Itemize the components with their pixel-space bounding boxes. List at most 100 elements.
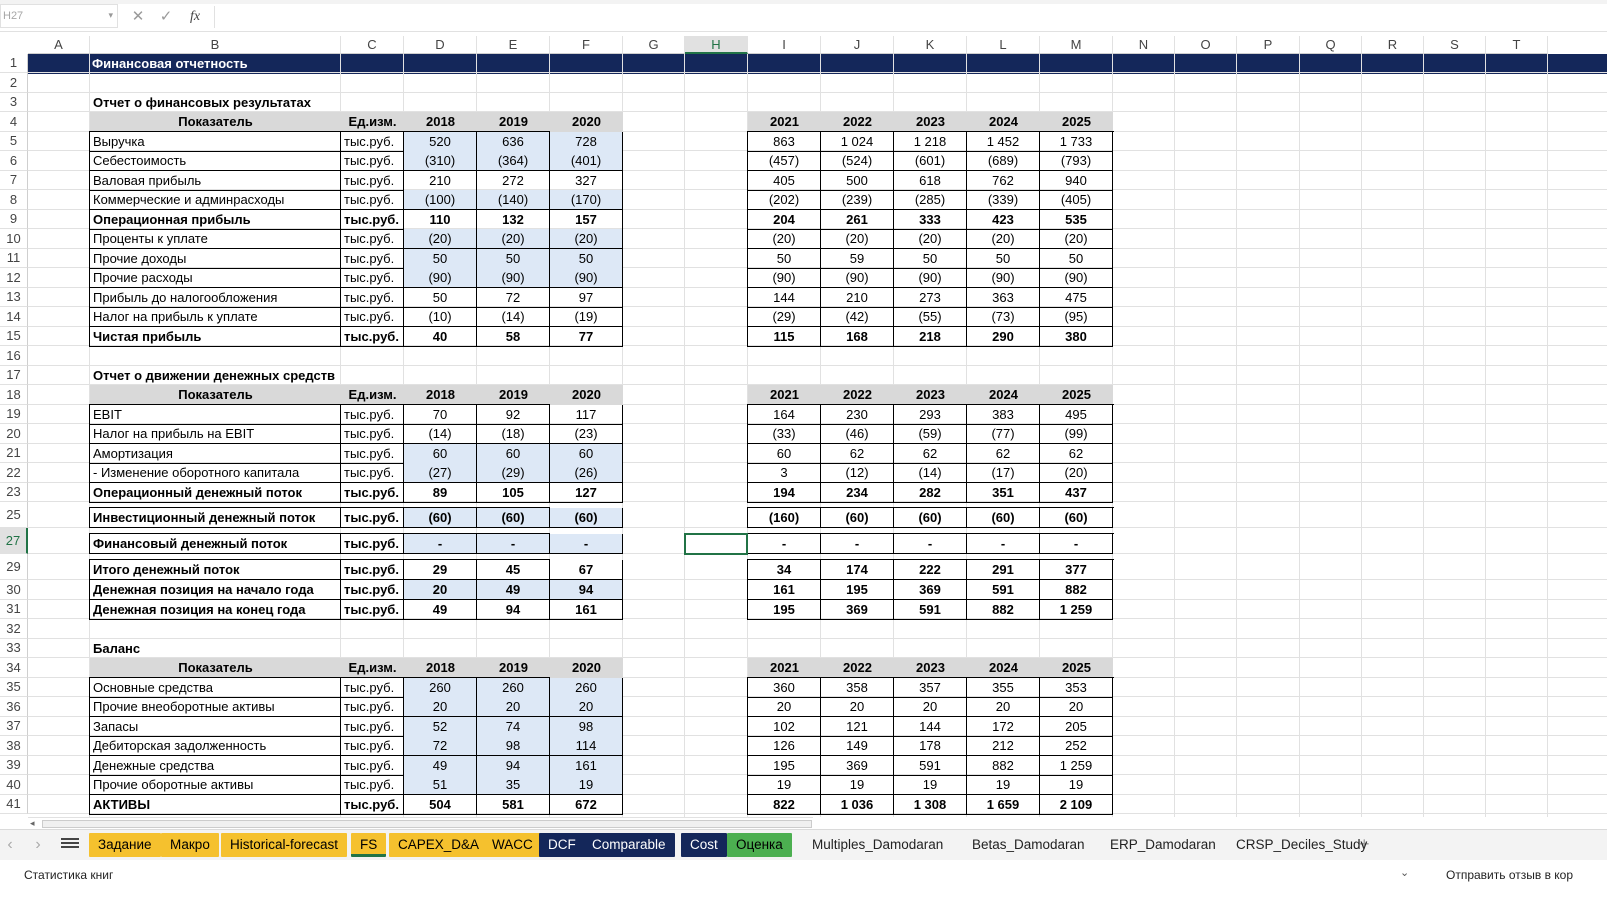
value-cell[interactable]: (90) xyxy=(748,268,821,288)
value-cell[interactable]: (14) xyxy=(894,463,967,483)
value-cell[interactable]: 495 xyxy=(1040,405,1113,425)
worksheet-grid[interactable]: Финансовая отчетность Отчет о финансовых… xyxy=(28,54,1607,817)
row-header-33[interactable]: 33 xyxy=(0,639,28,658)
sheet-tab[interactable]: Multiples_Damodaran xyxy=(803,833,952,857)
value-cell[interactable]: 157 xyxy=(550,210,623,230)
row-label[interactable]: EBIT xyxy=(90,405,341,425)
value-cell[interactable]: - xyxy=(748,534,821,554)
value-cell[interactable]: (19) xyxy=(550,307,623,327)
value-cell[interactable]: 60 xyxy=(748,444,821,464)
header-year[interactable]: 2025 xyxy=(1040,112,1113,132)
header-year[interactable]: 2025 xyxy=(1040,658,1113,678)
value-cell[interactable]: (20) xyxy=(894,229,967,249)
row-unit[interactable]: тыс.руб. xyxy=(341,508,404,528)
value-cell[interactable]: (60) xyxy=(477,508,550,528)
header-year[interactable]: 2023 xyxy=(894,385,967,405)
value-cell[interactable]: 117 xyxy=(550,405,623,425)
value-cell[interactable]: 77 xyxy=(550,327,623,347)
value-cell[interactable]: 102 xyxy=(748,717,821,737)
value-cell[interactable]: (90) xyxy=(404,268,477,288)
value-cell[interactable]: 45 xyxy=(477,560,550,580)
value-cell[interactable]: 20 xyxy=(550,697,623,717)
value-cell[interactable]: 60 xyxy=(404,444,477,464)
row-header-30[interactable]: 30 xyxy=(0,580,28,600)
row-header-19[interactable]: 19 xyxy=(0,405,28,424)
row-header-8[interactable]: 8 xyxy=(0,190,28,210)
column-header-j[interactable]: J xyxy=(821,36,894,54)
value-cell[interactable]: 2 109 xyxy=(1040,795,1113,815)
row-label[interactable]: Прочие оборотные активы xyxy=(90,775,341,795)
value-cell[interactable]: 353 xyxy=(1040,678,1113,698)
value-cell[interactable]: 205 xyxy=(1040,717,1113,737)
row-label[interactable]: Операционная прибыль xyxy=(90,210,341,230)
value-cell[interactable]: 591 xyxy=(967,580,1040,600)
value-cell[interactable]: 822 xyxy=(748,795,821,815)
value-cell[interactable]: 62 xyxy=(821,444,894,464)
row-header-4[interactable]: 4 xyxy=(0,112,28,132)
row-unit[interactable]: тыс.руб. xyxy=(341,795,404,815)
value-cell[interactable]: (27) xyxy=(404,463,477,483)
header-year[interactable]: 2018 xyxy=(404,112,477,132)
value-cell[interactable]: 1 024 xyxy=(821,132,894,152)
header-year[interactable]: 2021 xyxy=(748,658,821,678)
row-unit[interactable]: тыс.руб. xyxy=(341,424,404,444)
value-cell[interactable]: 50 xyxy=(1040,249,1113,269)
value-cell[interactable]: 940 xyxy=(1040,171,1113,191)
name-box[interactable]: H27 ▾ xyxy=(0,4,118,28)
value-cell[interactable]: (59) xyxy=(894,424,967,444)
value-cell[interactable]: 195 xyxy=(748,600,821,620)
header-year[interactable]: 2021 xyxy=(748,385,821,405)
column-header-n[interactable]: N xyxy=(1113,36,1175,54)
value-cell[interactable]: (95) xyxy=(1040,307,1113,327)
value-cell[interactable]: 358 xyxy=(821,678,894,698)
header-indicator[interactable]: Показатель xyxy=(90,385,341,405)
header-unit[interactable]: Ед.изм. xyxy=(341,385,404,405)
value-cell[interactable]: (60) xyxy=(967,508,1040,528)
value-cell[interactable]: - xyxy=(404,534,477,554)
value-cell[interactable]: 19 xyxy=(967,775,1040,795)
row-unit[interactable]: тыс.руб. xyxy=(341,268,404,288)
value-cell[interactable]: 210 xyxy=(821,288,894,308)
cancel-icon[interactable]: ✕ xyxy=(128,8,148,26)
row-header-35[interactable]: 35 xyxy=(0,678,28,697)
value-cell[interactable]: 149 xyxy=(821,736,894,756)
column-header-e[interactable]: E xyxy=(477,36,550,54)
value-cell[interactable]: 50 xyxy=(550,249,623,269)
value-cell[interactable]: (405) xyxy=(1040,190,1113,210)
value-cell[interactable]: 20 xyxy=(477,697,550,717)
sheet-tab[interactable]: ERP_Damodaran xyxy=(1101,833,1225,857)
value-cell[interactable]: (601) xyxy=(894,151,967,171)
value-cell[interactable]: 40 xyxy=(404,327,477,347)
row-header-9[interactable]: 9 xyxy=(0,210,28,229)
value-cell[interactable]: (100) xyxy=(404,190,477,210)
row-unit[interactable]: тыс.руб. xyxy=(341,483,404,503)
value-cell[interactable]: 58 xyxy=(477,327,550,347)
column-header-r[interactable]: R xyxy=(1362,36,1424,54)
value-cell[interactable]: (793) xyxy=(1040,151,1113,171)
value-cell[interactable]: (90) xyxy=(1040,268,1113,288)
value-cell[interactable]: 291 xyxy=(967,560,1040,580)
value-cell[interactable]: 1 218 xyxy=(894,132,967,152)
header-year[interactable]: 2022 xyxy=(821,658,894,678)
value-cell[interactable]: (285) xyxy=(894,190,967,210)
value-cell[interactable]: 1 452 xyxy=(967,132,1040,152)
value-cell[interactable]: 29 xyxy=(404,560,477,580)
row-unit[interactable]: тыс.руб. xyxy=(341,560,404,580)
value-cell[interactable]: (29) xyxy=(748,307,821,327)
value-cell[interactable]: 94 xyxy=(550,580,623,600)
row-label[interactable]: Выручка xyxy=(90,132,341,152)
fx-icon[interactable]: fx xyxy=(190,9,200,25)
value-cell[interactable]: 161 xyxy=(550,600,623,620)
value-cell[interactable]: 351 xyxy=(967,483,1040,503)
value-cell[interactable]: 762 xyxy=(967,171,1040,191)
row-label[interactable]: Коммерческие и админрасходы xyxy=(90,190,341,210)
sheet-tab[interactable]: Задание xyxy=(89,833,161,857)
value-cell[interactable]: 293 xyxy=(894,405,967,425)
value-cell[interactable]: (55) xyxy=(894,307,967,327)
value-cell[interactable]: 882 xyxy=(967,600,1040,620)
header-unit[interactable]: Ед.изм. xyxy=(341,658,404,678)
row-header-36[interactable]: 36 xyxy=(0,697,28,717)
value-cell[interactable]: 89 xyxy=(404,483,477,503)
value-cell[interactable]: (20) xyxy=(821,229,894,249)
value-cell[interactable]: 72 xyxy=(404,736,477,756)
